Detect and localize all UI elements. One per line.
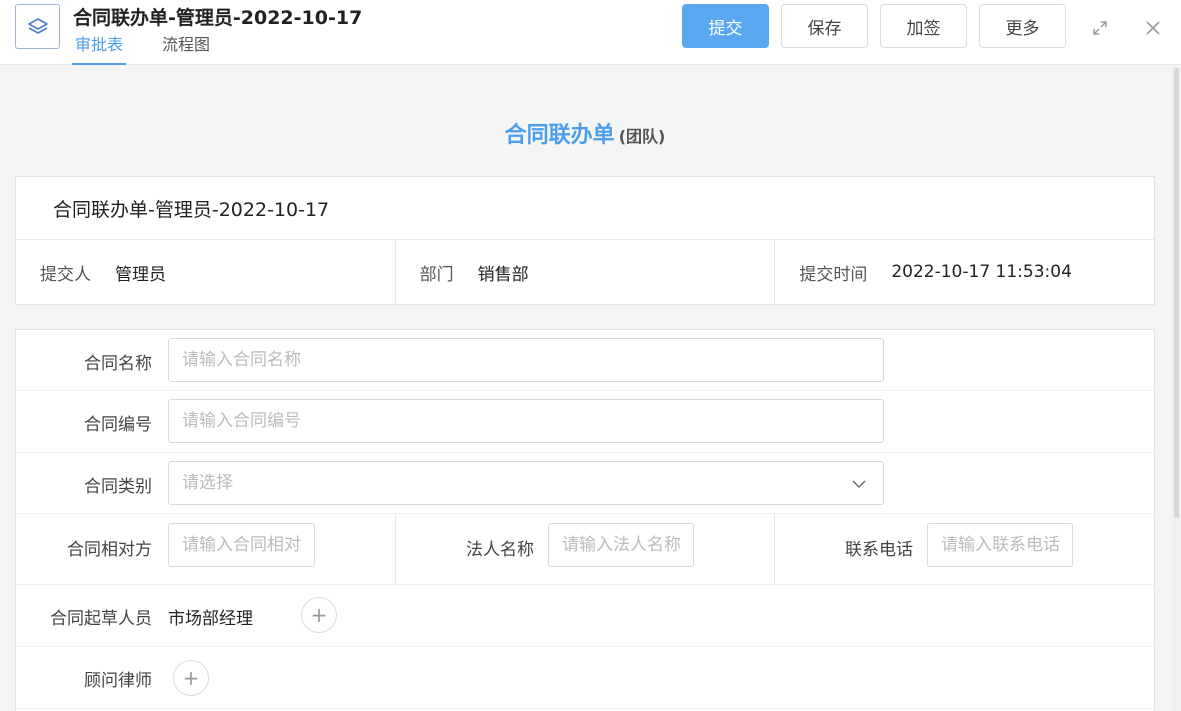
department-cell: 部门 销售部 <box>396 240 776 304</box>
lawyer-row: 顾问律师 + <box>16 647 1154 709</box>
more-button[interactable]: 更多 <box>979 4 1066 48</box>
column-divider <box>774 514 775 584</box>
add-signer-button[interactable]: 加签 <box>880 4 967 48</box>
contract-name-label: 合同名称 <box>84 354 152 374</box>
contract-number-row: 合同编号 请输入合同编号 <box>16 391 1154 453</box>
layers-icon <box>15 4 60 49</box>
submitter-cell: 提交人 管理员 <box>16 240 396 304</box>
submitter-value: 管理员 <box>115 264 166 285</box>
close-icon[interactable] <box>1141 16 1165 40</box>
contract-name-input[interactable]: 请输入合同名称 <box>168 338 884 382</box>
department-label: 部门 <box>419 264 454 285</box>
expand-icon[interactable] <box>1088 16 1112 40</box>
info-row: 提交人 管理员 部门 销售部 提交时间 2022-10-17 11:53:04 <box>16 240 1154 304</box>
legal-name-label: 法人名称 <box>466 540 534 560</box>
counterparty-label: 合同相对方 <box>67 540 152 560</box>
tab-approval-form[interactable]: 审批表 <box>72 34 126 65</box>
form-card: 合同名称 请输入合同名称 合同编号 请输入合同编号 合同类别 请选择 合同相对方… <box>15 329 1155 711</box>
save-button[interactable]: 保存 <box>781 4 868 48</box>
contract-number-input[interactable]: 请输入合同编号 <box>168 399 884 443</box>
contract-name-row: 合同名称 请输入合同名称 <box>16 330 1154 391</box>
contract-type-select[interactable]: 请选择 <box>168 461 884 505</box>
lawyer-label: 顾问律师 <box>84 671 152 691</box>
add-lawyer-button[interactable]: + <box>173 660 209 696</box>
legal-name-input[interactable]: 请输入法人名称 <box>548 523 694 567</box>
chevron-down-icon <box>852 480 866 488</box>
submit-time-value: 2022-10-17 11:53:04 <box>891 262 1072 282</box>
drafter-value: 市场部经理 <box>168 609 253 629</box>
contract-number-label: 合同编号 <box>84 415 152 435</box>
counterparty-row: 合同相对方 请输入合同相对 法人名称 请输入法人名称 联系电话 请输入联系电话 <box>16 514 1154 585</box>
form-heading: 合同联办单 (团队) <box>0 117 1170 149</box>
contract-type-placeholder: 请选择 <box>182 473 233 493</box>
column-divider <box>395 514 396 584</box>
scrollbar-thumb[interactable] <box>1174 68 1179 518</box>
document-title: 合同联办单-管理员-2022-10-17 <box>73 7 363 29</box>
info-title: 合同联办单-管理员-2022-10-17 <box>16 177 1154 240</box>
phone-label: 联系电话 <box>845 540 913 560</box>
drafter-row: 合同起草人员 市场部经理 + <box>16 585 1154 647</box>
drafter-label: 合同起草人员 <box>50 609 152 629</box>
counterparty-input[interactable]: 请输入合同相对 <box>168 523 315 567</box>
form-subtitle: (团队) <box>618 127 666 146</box>
submit-time-cell: 提交时间 2022-10-17 11:53:04 <box>775 240 1154 304</box>
contract-type-label: 合同类别 <box>84 477 152 497</box>
add-drafter-button[interactable]: + <box>301 597 337 633</box>
top-bar: 合同联办单-管理员-2022-10-17 审批表 流程图 提交 保存 加签 更多 <box>0 0 1181 65</box>
department-value: 销售部 <box>477 264 529 285</box>
submit-time-label: 提交时间 <box>799 264 868 285</box>
plus-icon: + <box>310 603 328 627</box>
submit-button[interactable]: 提交 <box>682 4 769 48</box>
form-title: 合同联办单 <box>504 123 615 148</box>
info-card: 合同联办单-管理员-2022-10-17 提交人 管理员 部门 销售部 提交时间… <box>15 176 1155 305</box>
plus-icon: + <box>182 666 200 690</box>
phone-input[interactable]: 请输入联系电话 <box>927 523 1073 567</box>
contract-type-row: 合同类别 请选择 <box>16 453 1154 514</box>
tab-flow-chart[interactable]: 流程图 <box>162 34 210 65</box>
submitter-label: 提交人 <box>40 264 91 285</box>
